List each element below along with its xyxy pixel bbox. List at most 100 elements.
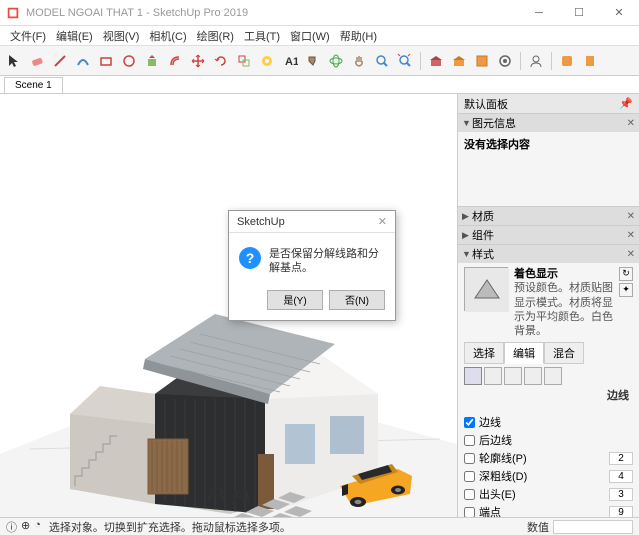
toolbar: A1: [0, 46, 639, 76]
menu-bar: 文件(F) 编辑(E) 视图(V) 相机(C) 绘图(R) 工具(T) 窗口(W…: [0, 26, 639, 46]
svg-text:A1: A1: [285, 56, 298, 68]
dims-label: 数值: [527, 519, 549, 535]
ext-warehouse-tool[interactable]: [449, 51, 469, 71]
geo-icon[interactable]: ⊕: [21, 519, 30, 535]
chk-endpoints[interactable]: [464, 507, 475, 517]
chk-back-edges[interactable]: [464, 435, 475, 446]
edge-section-label: 边线: [464, 385, 633, 405]
chevron-down-icon: ▼: [462, 249, 472, 259]
val-depth[interactable]: 4: [609, 470, 633, 483]
panel-styles-header[interactable]: ▼ 样式 ✕: [458, 245, 639, 263]
menu-draw[interactable]: 绘图(R): [193, 26, 238, 46]
style-update-icon[interactable]: ↻: [619, 267, 633, 281]
menu-edit[interactable]: 编辑(E): [52, 26, 97, 46]
maximize-button[interactable]: ☐: [559, 0, 599, 26]
chk-extension[interactable]: [464, 489, 475, 500]
close-icon[interactable]: ✕: [627, 230, 635, 241]
chk-edges[interactable]: [464, 417, 475, 428]
user-icon[interactable]: [526, 51, 546, 71]
menu-view[interactable]: 视图(V): [99, 26, 144, 46]
val-profiles[interactable]: 2: [609, 452, 633, 465]
window-title: MODEL NGOAI THAT 1 - SketchUp Pro 2019: [26, 7, 519, 19]
pushpull-tool[interactable]: [142, 51, 162, 71]
scene-tabs: Scene 1: [0, 76, 639, 94]
chevron-right-icon: ▶: [462, 211, 472, 222]
default-tray: 默认面板 📌 ▼ 图元信息 ✕ 没有选择内容 ▶ 材质 ✕ ▶ 组件: [457, 94, 639, 517]
orbit-tool[interactable]: [326, 51, 346, 71]
title-bar: MODEL NGOAI THAT 1 - SketchUp Pro 2019 ─…: [0, 0, 639, 26]
panel-entity-header[interactable]: ▼ 图元信息 ✕: [458, 114, 639, 132]
status-bar: ⓘ ⊕ ◔ 选择对象。切换到扩充选择。拖动鼠标选择多项。 数值: [0, 517, 639, 535]
arc-tool[interactable]: [73, 51, 93, 71]
chk-depth[interactable]: [464, 471, 475, 482]
tray-header[interactable]: 默认面板 📌: [458, 94, 639, 114]
close-icon[interactable]: ✕: [627, 249, 635, 260]
no-button[interactable]: 否(N): [329, 290, 385, 310]
layout-tool[interactable]: [472, 51, 492, 71]
close-icon[interactable]: ✕: [627, 118, 635, 129]
zoom-tool[interactable]: [372, 51, 392, 71]
measurements-input[interactable]: [553, 520, 633, 534]
edge-options: 边线 后边线 轮廓线(P)2 深粗线(D)4 出头(E)3 端点9 抖动(J): [458, 409, 639, 517]
tab-edit[interactable]: 编辑: [504, 342, 544, 364]
dialog-title: SketchUp: [237, 216, 378, 228]
eraser-tool[interactable]: [27, 51, 47, 71]
book-icon[interactable]: [580, 51, 600, 71]
chk-profiles[interactable]: [464, 453, 475, 464]
ext-manager-tool[interactable]: [495, 51, 515, 71]
menu-window[interactable]: 窗口(W): [286, 26, 334, 46]
help-icon[interactable]: [557, 51, 577, 71]
style-thumbnail[interactable]: [464, 267, 508, 311]
text-tool[interactable]: A1: [280, 51, 300, 71]
minimize-button[interactable]: ─: [519, 0, 559, 26]
close-icon[interactable]: ✕: [378, 215, 387, 228]
scale-tool[interactable]: [234, 51, 254, 71]
app-icon: [6, 6, 20, 20]
chevron-right-icon: ▶: [462, 230, 472, 241]
panel-materials-header[interactable]: ▶ 材质 ✕: [458, 207, 639, 225]
warehouse-tool[interactable]: [426, 51, 446, 71]
chevron-down-icon: ▼: [462, 118, 472, 128]
move-tool[interactable]: [188, 51, 208, 71]
panel-components-header[interactable]: ▶ 组件 ✕: [458, 226, 639, 244]
yes-button[interactable]: 是(Y): [267, 290, 323, 310]
scene-tab-1[interactable]: Scene 1: [4, 77, 63, 93]
dialog-titlebar[interactable]: SketchUp ✕: [229, 211, 395, 233]
select-tool[interactable]: [4, 51, 24, 71]
modeling-settings-icon[interactable]: [544, 367, 562, 385]
offset-tool[interactable]: [165, 51, 185, 71]
edge-settings-icon[interactable]: [464, 367, 482, 385]
watermark-settings-icon[interactable]: [524, 367, 542, 385]
tab-select[interactable]: 选择: [464, 342, 504, 364]
tray-pin-icon[interactable]: 📌: [619, 97, 633, 110]
rotate-tool[interactable]: [211, 51, 231, 71]
dialog-message: 是否保留分解线路和分解基点。: [269, 247, 385, 276]
style-name: 着色显示: [514, 267, 613, 281]
credit-icon[interactable]: ◔: [34, 519, 41, 535]
val-endpoints[interactable]: 9: [609, 506, 633, 517]
style-tabs: 选择 编辑 混合: [464, 342, 633, 364]
style-create-icon[interactable]: ✦: [619, 283, 633, 297]
style-desc: 预设颜色。材质贴图显示模式。材质将显示为平均颜色。白色背景。: [514, 281, 613, 338]
help-icon[interactable]: ⓘ: [6, 519, 17, 535]
status-message: 选择对象。切换到扩充选择。拖动鼠标选择多项。: [49, 519, 527, 535]
menu-file[interactable]: 文件(F): [6, 26, 50, 46]
bg-settings-icon[interactable]: [504, 367, 522, 385]
menu-camera[interactable]: 相机(C): [145, 26, 190, 46]
entity-info-body: 没有选择内容: [458, 132, 639, 206]
val-ext[interactable]: 3: [609, 488, 633, 501]
pan-tool[interactable]: [349, 51, 369, 71]
face-settings-icon[interactable]: [484, 367, 502, 385]
tab-mix[interactable]: 混合: [544, 342, 584, 364]
circle-tool[interactable]: [119, 51, 139, 71]
paint-tool[interactable]: [303, 51, 323, 71]
line-tool[interactable]: [50, 51, 70, 71]
menu-tools[interactable]: 工具(T): [240, 26, 284, 46]
rect-tool[interactable]: [96, 51, 116, 71]
close-button[interactable]: ✕: [599, 0, 639, 26]
tape-tool[interactable]: [257, 51, 277, 71]
entity-empty-text: 没有选择内容: [464, 136, 633, 152]
zoom-extents-tool[interactable]: [395, 51, 415, 71]
close-icon[interactable]: ✕: [627, 211, 635, 222]
menu-help[interactable]: 帮助(H): [336, 26, 381, 46]
